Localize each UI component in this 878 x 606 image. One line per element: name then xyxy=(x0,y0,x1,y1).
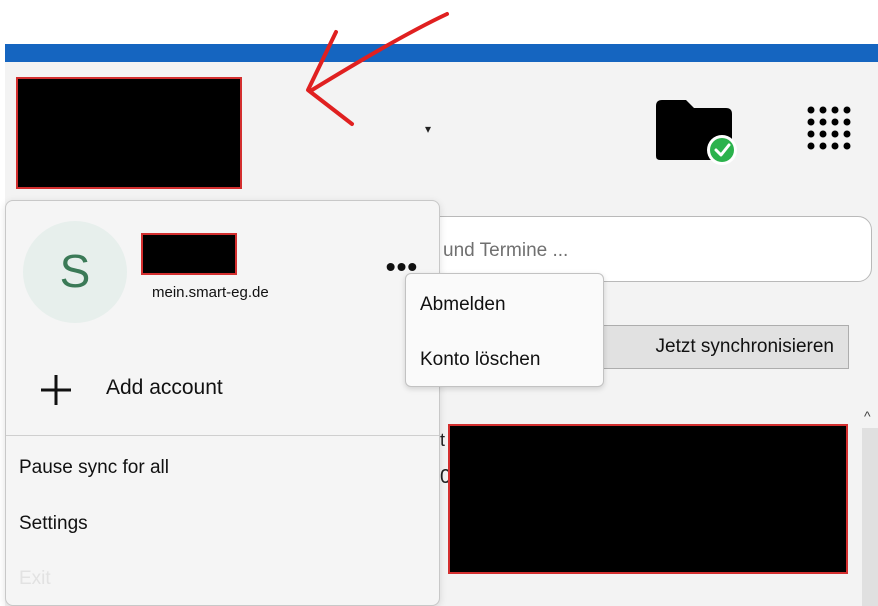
menu-item-exit[interactable]: Exit xyxy=(19,568,51,590)
account-context-menu: Abmelden Konto löschen xyxy=(405,273,604,387)
scrollbar[interactable] xyxy=(862,428,878,606)
scroll-up-icon[interactable]: ^ xyxy=(864,408,871,424)
menu-item-settings[interactable]: Settings xyxy=(19,513,88,535)
account-domain: mein.smart-eg.de xyxy=(152,284,269,301)
menu-item-logout[interactable]: Abmelden xyxy=(420,294,506,316)
apps-grid-icon[interactable] xyxy=(803,104,853,154)
menu-item-pause-sync[interactable]: Pause sync for all xyxy=(19,457,169,479)
sync-folder-icon[interactable] xyxy=(652,98,744,168)
add-account-label: Add account xyxy=(106,376,223,399)
menu-item-delete-account[interactable]: Konto löschen xyxy=(420,349,540,371)
partial-text-fragment: t xyxy=(440,430,446,450)
account-dropdown-caret[interactable]: ▾ xyxy=(425,122,431,136)
redacted-header-block xyxy=(16,77,242,189)
sync-now-button[interactable]: Jetzt synchronisieren xyxy=(600,325,849,369)
search-input[interactable] xyxy=(441,235,845,267)
redacted-content-block xyxy=(448,424,848,574)
redacted-account-name xyxy=(141,233,237,275)
avatar: S xyxy=(23,221,127,323)
plus-icon xyxy=(41,375,71,405)
window-top-bar xyxy=(5,44,878,62)
add-account-button[interactable]: Add account xyxy=(22,366,422,412)
account-panel: S mein.smart-eg.de ••• Add account Pause… xyxy=(5,200,440,606)
divider xyxy=(6,435,439,436)
